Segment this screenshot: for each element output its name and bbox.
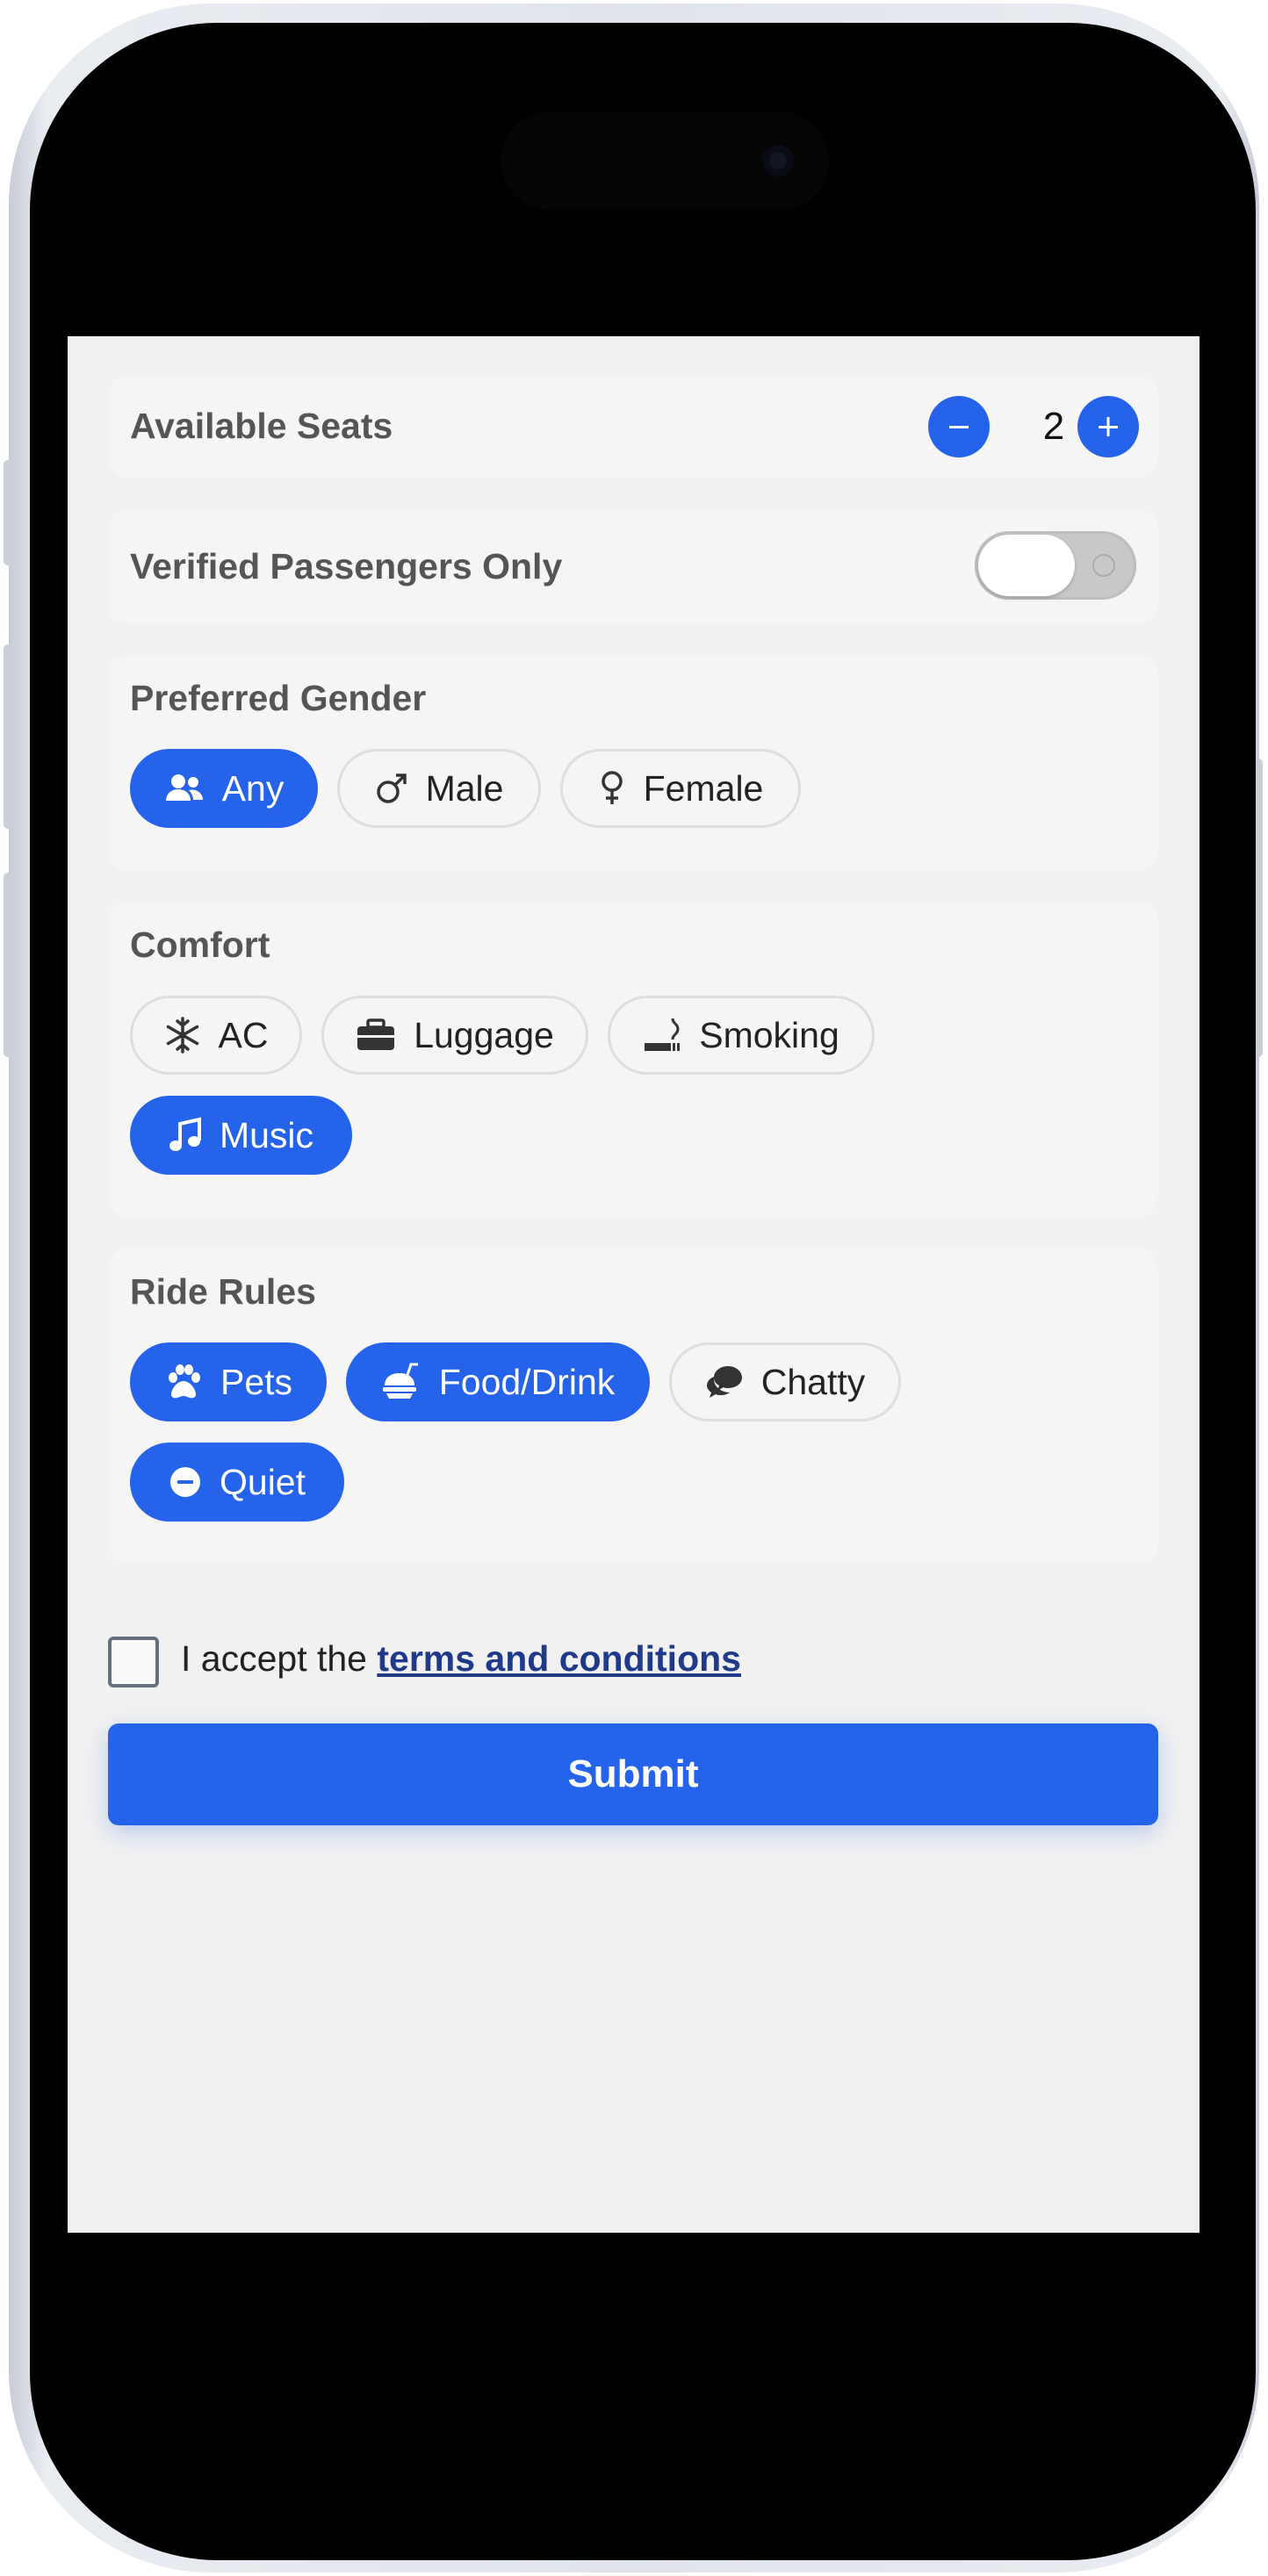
female-icon bbox=[601, 771, 623, 804]
submit-button[interactable]: Submit bbox=[108, 1723, 1158, 1825]
verified-toggle[interactable] bbox=[975, 531, 1136, 600]
minus-circle-icon bbox=[170, 1467, 200, 1497]
comfort-option-music[interactable]: Music bbox=[130, 1096, 352, 1175]
gender-title: Preferred Gender bbox=[130, 678, 427, 718]
rules-option-label: Chatty bbox=[760, 1361, 866, 1402]
verified-label: Verified Passengers Only bbox=[130, 546, 563, 586]
rules-option-chatty[interactable]: Chatty bbox=[669, 1342, 901, 1421]
gender-option-male[interactable]: Male bbox=[337, 749, 541, 828]
comfort-option-label: Smoking bbox=[699, 1014, 839, 1055]
rules-title: Ride Rules bbox=[130, 1271, 316, 1312]
rules-option-label: Pets bbox=[220, 1361, 293, 1402]
male-icon bbox=[376, 774, 407, 803]
comfort-option-luggage[interactable]: Luggage bbox=[321, 996, 588, 1075]
gender-option-label: Female bbox=[643, 767, 764, 809]
gender-option-label: Male bbox=[425, 767, 504, 809]
action-button bbox=[4, 460, 12, 565]
comfort-option-ac[interactable]: AC bbox=[130, 996, 302, 1075]
comfort-card: Comfort AC Luggage Smoking Music bbox=[108, 902, 1158, 1217]
food-drink-icon bbox=[382, 1363, 418, 1399]
gender-option-female[interactable]: Female bbox=[560, 749, 801, 828]
comfort-option-label: Music bbox=[219, 1114, 314, 1155]
toggle-off-indicator bbox=[1092, 554, 1115, 577]
seats-label: Available Seats bbox=[130, 406, 393, 446]
rules-option-label: Food/Drink bbox=[438, 1361, 616, 1402]
smoking-icon bbox=[645, 1018, 681, 1051]
rules-option-quiet[interactable]: Quiet bbox=[130, 1443, 344, 1522]
users-icon bbox=[165, 774, 203, 801]
rules-option-food-drink[interactable]: Food/Drink bbox=[346, 1342, 650, 1421]
increase-seats-button[interactable] bbox=[1077, 396, 1139, 457]
verified-card: Verified Passengers Only bbox=[108, 509, 1158, 623]
briefcase-icon bbox=[357, 1018, 395, 1050]
music-icon bbox=[169, 1117, 201, 1151]
rules-option-label: Quiet bbox=[220, 1461, 306, 1502]
terms-link[interactable]: terms and conditions bbox=[377, 1638, 741, 1679]
dynamic-island bbox=[501, 112, 829, 210]
ride-preferences-screen: Available Seats 2 Verified Passengers On… bbox=[68, 336, 1200, 2233]
terms-text: I accept the terms and conditions bbox=[181, 1638, 741, 1680]
terms-checkbox[interactable] bbox=[108, 1637, 159, 1687]
toggle-knob bbox=[978, 535, 1075, 596]
gender-option-any[interactable]: Any bbox=[130, 749, 318, 828]
minus-icon bbox=[949, 426, 969, 428]
comfort-title: Comfort bbox=[130, 925, 270, 965]
decrease-seats-button[interactable] bbox=[928, 396, 990, 457]
comfort-option-smoking[interactable]: Smoking bbox=[608, 996, 875, 1075]
chat-icon bbox=[706, 1366, 742, 1398]
comfort-option-label: Luggage bbox=[414, 1014, 554, 1055]
terms-prefix: I accept the bbox=[181, 1638, 378, 1679]
volume-down-button bbox=[4, 873, 12, 1057]
snowflake-icon bbox=[166, 1017, 198, 1054]
volume-up-button bbox=[4, 644, 12, 829]
comfort-option-label: AC bbox=[218, 1014, 269, 1055]
camera-icon bbox=[762, 145, 794, 176]
seats-value: 2 bbox=[1042, 405, 1065, 448]
gender-card: Preferred Gender Any Male Female bbox=[108, 655, 1158, 871]
paw-icon bbox=[168, 1364, 200, 1399]
rules-option-pets[interactable]: Pets bbox=[130, 1342, 327, 1421]
plus-icon bbox=[1099, 417, 1118, 436]
seats-card: Available Seats 2 bbox=[108, 376, 1158, 478]
gender-option-label: Any bbox=[221, 767, 285, 809]
rules-card: Ride Rules Pets Food/Drink Chatty Quiet bbox=[108, 1248, 1158, 1564]
